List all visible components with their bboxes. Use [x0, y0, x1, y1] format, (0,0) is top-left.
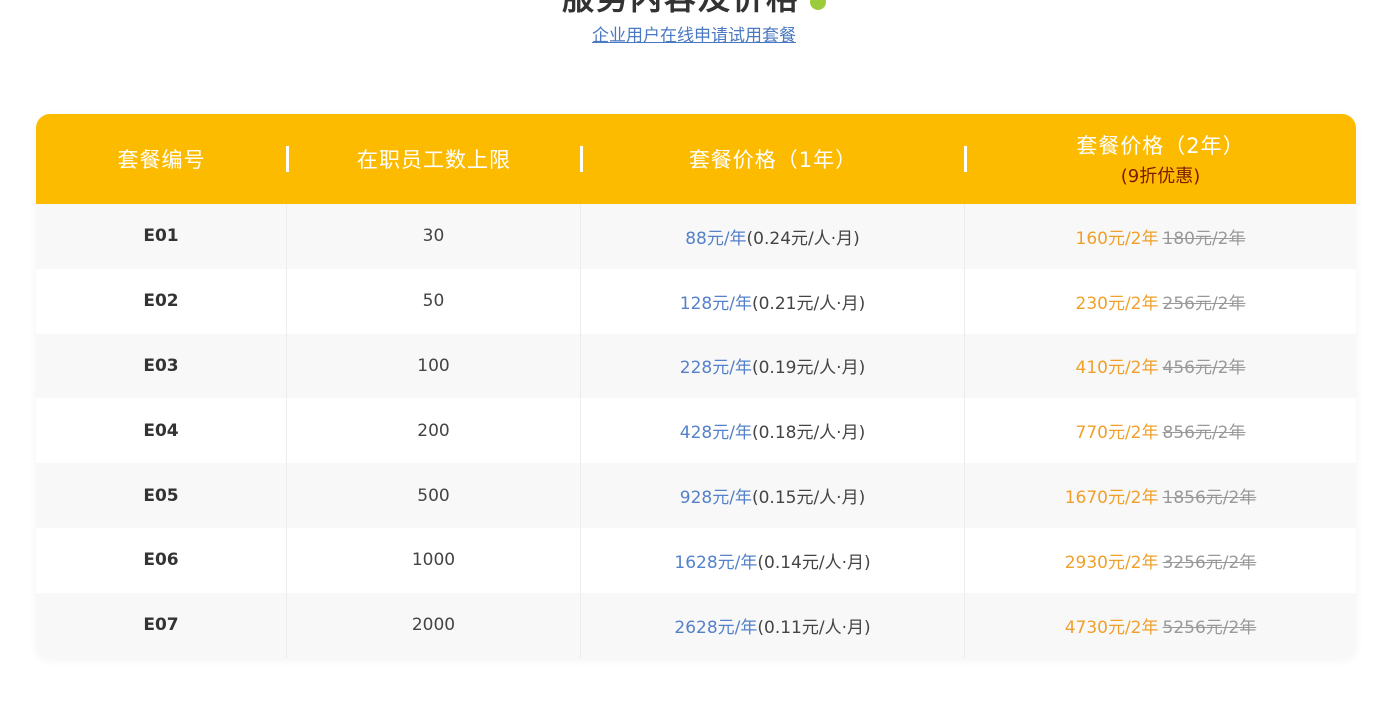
price-1year: 928元/年 — [679, 488, 752, 509]
price-2year: 1670元/2年 — [1064, 488, 1159, 509]
price-1year-cell: 88元/年 (0.24元/人·月) — [581, 204, 965, 269]
table-row: E04 200 428元/年 (0.18元/人·月) 770元/2年 856元/2… — [36, 398, 1356, 464]
title-dot-icon — [810, 0, 826, 10]
employee-limit: 1000 — [287, 527, 581, 593]
original-price: 856元/2年 — [1162, 423, 1246, 444]
price-1year: 2628元/年 — [674, 617, 758, 638]
monthly-price: (0.18元/人·月) — [751, 423, 866, 444]
package-code: E03 — [36, 333, 287, 399]
header-discount-note: (9折优惠) — [1120, 166, 1201, 187]
price-2year: 410元/2年 — [1075, 358, 1159, 379]
monthly-price: (0.21元/人·月) — [751, 293, 866, 314]
price-1year: 1628元/年 — [674, 552, 758, 573]
monthly-price: (0.14元/人·月) — [757, 552, 871, 573]
monthly-price: (0.11元/人·月) — [757, 617, 871, 638]
price-2year-cell: 410元/2年 456元/2年 — [965, 334, 1356, 399]
price-table: 套餐编号 在职员工数上限 套餐价格（1年） 套餐价格（2年） (9折优惠) E0… — [36, 114, 1356, 658]
package-code: E07 — [36, 592, 287, 658]
table-row: E03 100 228元/年 (0.19元/人·月) 410元/2年 456元/2… — [36, 333, 1356, 399]
table-row: E02 50 128元/年 (0.21元/人·月) 230元/2年 256元/2年 — [36, 268, 1356, 334]
header-price-2year: 套餐价格（2年） (9折优惠) — [965, 114, 1356, 204]
monthly-price: (0.19元/人·月) — [751, 358, 866, 379]
price-1year-cell: 228元/年 (0.19元/人·月) — [581, 333, 965, 399]
header-label: 套餐编号 — [117, 148, 206, 172]
original-price: 3256元/2年 — [1162, 552, 1257, 573]
employee-limit: 30 — [287, 204, 581, 269]
page-title: 服务内容及价格 — [562, 0, 800, 18]
header-package-code: 套餐编号 — [36, 114, 289, 204]
package-code: E06 — [36, 527, 287, 593]
original-price: 5256元/2年 — [1162, 617, 1257, 638]
price-1year: 428元/年 — [679, 423, 752, 444]
header-price-1year: 套餐价格（1年） — [581, 114, 967, 204]
price-1year: 88元/年 — [685, 228, 747, 249]
title-wrap: 服务内容及价格 — [0, 0, 1388, 18]
price-2year: 230元/2年 — [1075, 293, 1159, 314]
table-row: E05 500 928元/年 (0.15元/人·月) 1670元/2年 1856元… — [36, 463, 1356, 528]
price-1year: 128元/年 — [679, 293, 752, 314]
original-price: 1856元/2年 — [1162, 488, 1257, 509]
price-2year: 4730元/2年 — [1064, 617, 1159, 638]
price-2year: 160元/2年 — [1075, 228, 1159, 249]
header-employee-limit: 在职员工数上限 — [287, 114, 583, 204]
employee-limit: 2000 — [287, 592, 581, 658]
price-2year-cell: 1670元/2年 1856元/2年 — [965, 463, 1356, 528]
table-row: E07 2000 2628元/年 (0.11元/人·月) 4730元/2年 525… — [36, 592, 1356, 658]
table-header: 套餐编号 在职员工数上限 套餐价格（1年） 套餐价格（2年） (9折优惠) — [36, 114, 1356, 204]
monthly-price: (0.15元/人·月) — [751, 488, 866, 509]
table-row: E01 30 88元/年 (0.24元/人·月) 160元/2年 180元/2年 — [36, 204, 1356, 269]
original-price: 456元/2年 — [1162, 358, 1246, 379]
price-2year-cell: 230元/2年 256元/2年 — [965, 269, 1356, 334]
monthly-price: (0.24元/人·月) — [746, 228, 860, 249]
price-1year-cell: 128元/年 (0.21元/人·月) — [581, 268, 965, 334]
package-code: E05 — [36, 463, 287, 528]
package-code: E01 — [36, 204, 287, 269]
page: 服务内容及价格 企业用户在线申请试用套餐 套餐编号 在职员工数上限 套餐价格（1… — [0, 0, 1388, 722]
price-1year-cell: 2628元/年 (0.11元/人·月) — [581, 592, 965, 658]
price-1year-cell: 1628元/年 (0.14元/人·月) — [581, 527, 965, 593]
price-1year: 228元/年 — [679, 358, 752, 379]
employee-limit: 50 — [287, 268, 581, 334]
original-price: 180元/2年 — [1162, 228, 1246, 249]
price-2year: 770元/2年 — [1075, 423, 1159, 444]
header-label: 在职员工数上限 — [357, 148, 511, 172]
package-code: E04 — [36, 398, 287, 464]
header-label: 套餐价格（1年） — [688, 148, 858, 172]
table-row: E06 1000 1628元/年 (0.14元/人·月) 2930元/2年 325… — [36, 527, 1356, 593]
price-1year-cell: 428元/年 (0.18元/人·月) — [581, 398, 965, 464]
original-price: 256元/2年 — [1162, 293, 1246, 314]
header-label: 套餐价格（2年） — [1076, 134, 1245, 158]
package-code: E02 — [36, 268, 287, 334]
trial-apply-link[interactable]: 企业用户在线申请试用套餐 — [0, 24, 1388, 48]
employee-limit: 500 — [287, 463, 581, 528]
employee-limit: 200 — [287, 398, 581, 464]
price-1year-cell: 928元/年 (0.15元/人·月) — [581, 463, 965, 528]
employee-limit: 100 — [287, 333, 581, 399]
price-2year-cell: 770元/2年 856元/2年 — [965, 398, 1356, 463]
price-2year-cell: 160元/2年 180元/2年 — [965, 204, 1356, 269]
price-2year-cell: 4730元/2年 5256元/2年 — [965, 593, 1356, 658]
price-2year-cell: 2930元/2年 3256元/2年 — [965, 528, 1356, 593]
price-2year: 2930元/2年 — [1064, 552, 1159, 573]
